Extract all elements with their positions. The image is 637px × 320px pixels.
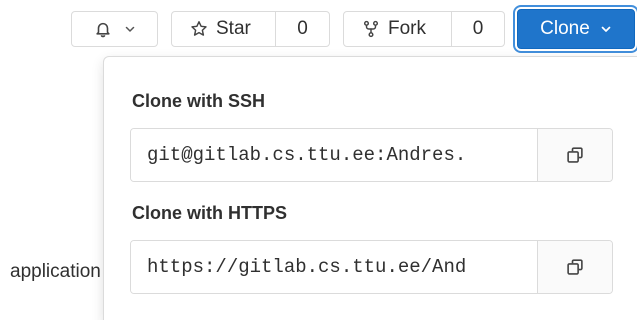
star-icon [190,20,208,38]
chevron-down-icon [124,23,136,35]
https-section-title: Clone with HTTPS [132,203,287,223]
copy-https-url-button[interactable] [537,241,612,293]
ssh-section-title: Clone with SSH [132,91,266,111]
fork-icon [362,20,380,38]
notification-dropdown-button[interactable] [71,11,158,47]
star-button[interactable]: Star [172,12,276,46]
fork-label: Fork [388,18,426,39]
ssh-url-input[interactable] [131,129,537,181]
chevron-down-icon [600,23,612,35]
project-header: Star 0 Fork 0 Clone application Clone wi… [0,0,637,320]
star-count[interactable]: 0 [276,12,329,46]
fork-button[interactable]: Fork [344,12,452,46]
star-label: Star [216,18,251,39]
clone-dropdown-button[interactable]: Clone [517,9,635,49]
copy-ssh-url-button[interactable] [537,129,612,181]
bell-icon [94,20,112,38]
https-url-group [130,240,613,294]
ssh-url-group [130,128,613,182]
https-url-input[interactable] [131,241,537,293]
fork-count[interactable]: 0 [452,12,504,46]
star-button-group: Star 0 [171,11,330,47]
clone-dropdown-menu: Clone with SSH Clone with HTTPS [103,56,637,320]
copy-icon [565,145,585,165]
copy-icon [565,257,585,277]
clone-label: Clone [540,18,590,39]
fork-button-group: Fork 0 [343,11,505,47]
